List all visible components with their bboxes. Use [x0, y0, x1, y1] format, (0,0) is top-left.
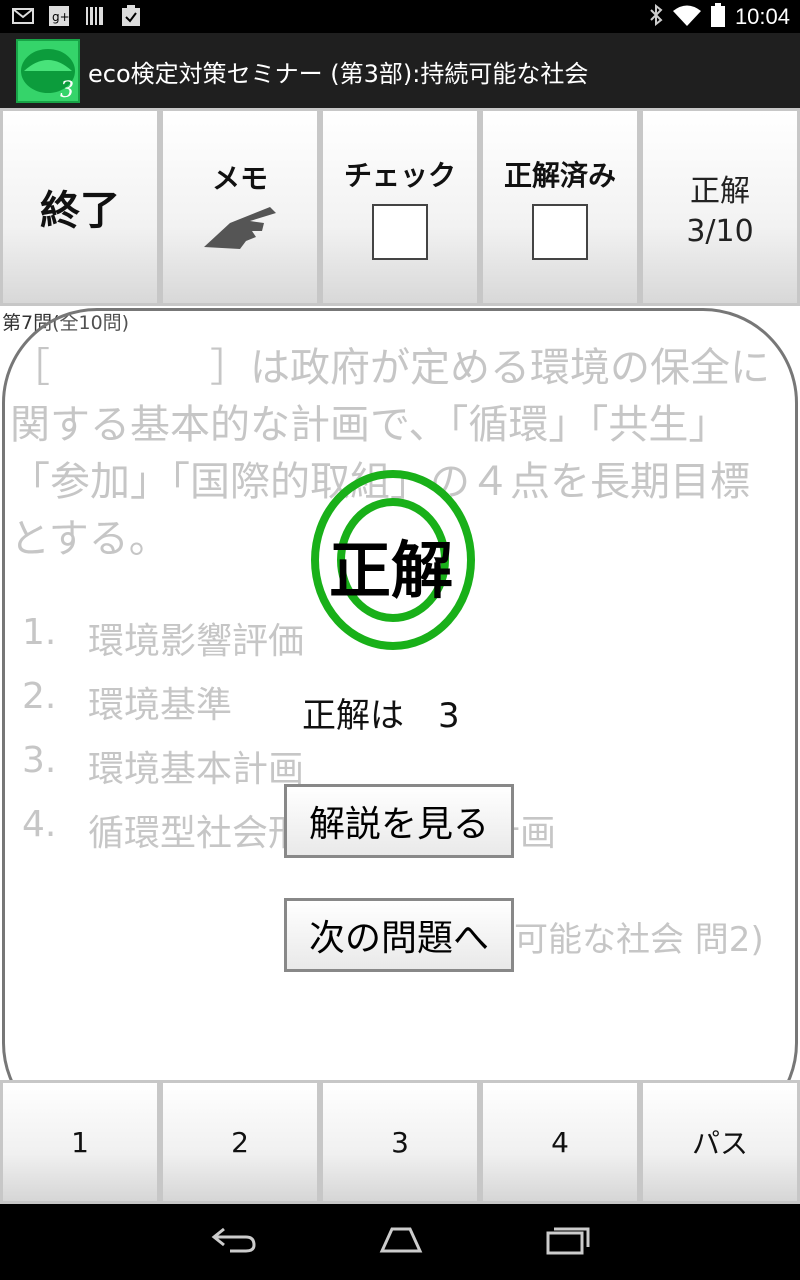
app-icon[interactable]: 3 — [16, 39, 80, 103]
answered-label: 正解済み — [503, 159, 616, 192]
check-checkbox[interactable] — [372, 204, 428, 260]
quit-button[interactable]: 終了 — [0, 108, 160, 306]
correct-stamp-text: 正解 — [328, 534, 453, 607]
back-icon[interactable] — [210, 1225, 258, 1259]
navigation-bar — [0, 1204, 800, 1280]
memo-label: メモ — [211, 162, 268, 195]
score-display: 正解 3/10 — [640, 108, 800, 306]
home-icon[interactable] — [376, 1225, 426, 1259]
next-question-button[interactable]: 次の問題へ — [284, 898, 514, 972]
answer-button-4[interactable]: 4 — [480, 1080, 640, 1204]
pass-button[interactable]: パス — [640, 1080, 800, 1204]
recent-apps-icon[interactable] — [544, 1225, 590, 1259]
quit-label: 終了 — [40, 188, 120, 234]
mail-icon — [12, 6, 34, 26]
explain-button[interactable]: 解説を見る — [284, 784, 514, 858]
google-plus-icon: g+ — [48, 6, 70, 26]
correct-answer-text: 正解は 3 — [302, 696, 460, 736]
pointing-hand-icon — [200, 197, 280, 257]
check-label: チェック — [343, 159, 456, 192]
barcode-icon — [84, 6, 106, 26]
answer-button-2[interactable]: 2 — [160, 1080, 320, 1204]
clipboard-check-icon — [120, 5, 142, 26]
answer-button-3[interactable]: 3 — [320, 1080, 480, 1204]
bluetooth-icon — [649, 3, 663, 30]
action-bar: 3 eco検定対策セミナー (第3部):持続可能な社会 — [0, 33, 800, 108]
score-value: 3/10 — [686, 213, 754, 249]
answered-button[interactable]: 正解済み — [480, 108, 640, 306]
memo-button[interactable]: メモ — [160, 108, 320, 306]
toolbar: 終了 メモ チェック 正解済み 正解 3/10 — [0, 108, 800, 306]
svg-text:g+: g+ — [52, 10, 69, 24]
answer-button-bar: 1 2 3 4 パス — [0, 1080, 800, 1204]
answered-checkbox[interactable] — [532, 204, 588, 260]
app-title: eco検定対策セミナー (第3部):持続可能な社会 — [88, 60, 589, 88]
check-button[interactable]: チェック — [320, 108, 480, 306]
score-label: 正解 — [690, 173, 750, 209]
battery-icon — [710, 3, 725, 31]
status-bar: g+ 10:04 — [0, 0, 800, 33]
app-icon-number: 3 — [60, 78, 74, 101]
answer-button-1[interactable]: 1 — [0, 1080, 160, 1204]
status-time: 10:04 — [734, 4, 790, 29]
wifi-icon — [672, 4, 701, 30]
